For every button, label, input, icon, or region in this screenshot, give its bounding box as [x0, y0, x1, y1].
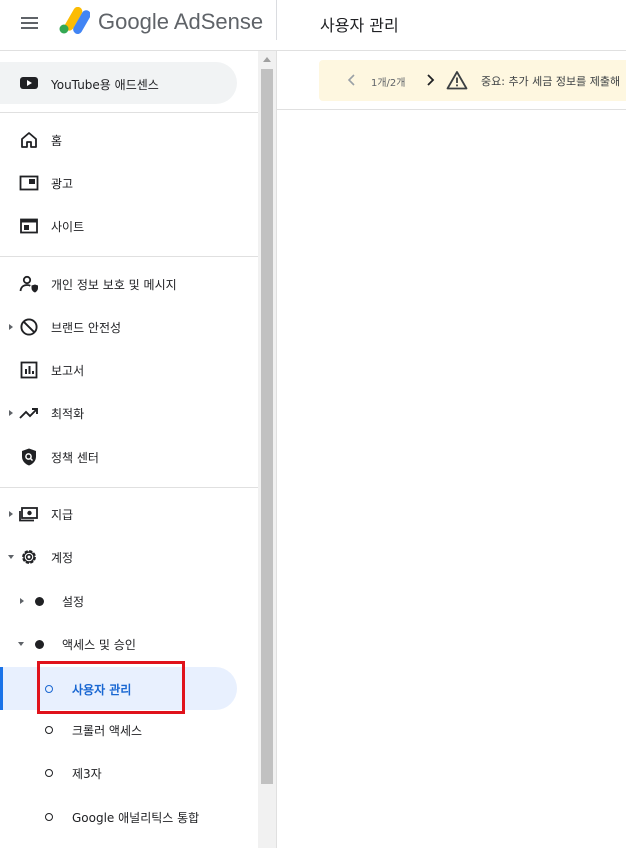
- collapse-caret-icon[interactable]: [8, 555, 14, 559]
- sidebar-item-label: 보고서: [51, 364, 85, 378]
- scroll-up-arrow-icon[interactable]: [263, 57, 271, 62]
- sidebar-item-payments[interactable]: 지급: [0, 494, 258, 534]
- scroll-thumb[interactable]: [261, 69, 273, 784]
- menu-icon[interactable]: [20, 13, 40, 33]
- expand-caret-icon[interactable]: [9, 511, 13, 517]
- warning-icon: [446, 71, 468, 90]
- sidebar-item-policy-center[interactable]: 정책 센터: [0, 437, 258, 477]
- sidebar-item-settings[interactable]: 설정: [0, 581, 258, 621]
- ad-unit-icon: [19, 175, 39, 191]
- policy-shield-icon: [22, 448, 36, 466]
- bullet-outline-icon: [45, 769, 53, 777]
- web-icon: [20, 218, 38, 234]
- sidebar-item-label: Google 애널리틱스 통합: [72, 811, 200, 825]
- youtube-icon: [20, 77, 38, 89]
- bullet-filled-icon: [35, 640, 44, 649]
- gear-icon: [22, 550, 36, 564]
- highlight-box: [37, 661, 185, 714]
- sidebar-item-sites[interactable]: 사이트: [0, 206, 258, 246]
- sidebar-divider: [0, 487, 258, 488]
- collapse-caret-icon[interactable]: [18, 642, 24, 646]
- sidebar-item-label: 액세스 및 승인: [62, 638, 136, 652]
- sidebar-item-account[interactable]: 계정: [0, 537, 258, 577]
- sidebar-item-label: 설정: [62, 595, 85, 609]
- privacy-icon: [19, 275, 38, 293]
- sidebar-item-privacy[interactable]: 개인 정보 보호 및 메시지: [0, 264, 258, 304]
- sidebar-item-label: 홈: [51, 134, 63, 148]
- header-divider: [276, 0, 277, 40]
- chevron-left-icon[interactable]: [347, 73, 357, 87]
- content-border: [276, 51, 277, 848]
- sidebar-item-label: 제3자: [72, 767, 102, 781]
- sidebar-divider: [0, 112, 258, 113]
- content-divider: [277, 109, 626, 110]
- sidebar-item-optimization[interactable]: 최적화: [0, 393, 258, 433]
- expand-caret-icon[interactable]: [9, 324, 13, 330]
- expand-caret-icon[interactable]: [20, 598, 24, 604]
- bullet-outline-icon: [45, 813, 53, 821]
- sidebar-divider: [0, 256, 258, 257]
- top-app-bar: Google AdSense 사용자 관리: [0, 0, 626, 46]
- adsense-logo-icon: [59, 7, 90, 34]
- sidebar-item-label: 크롤러 액세스: [72, 724, 143, 738]
- chevron-right-icon[interactable]: [425, 73, 435, 87]
- sidebar-item-reports[interactable]: 보고서: [0, 350, 258, 390]
- bullet-outline-icon: [45, 726, 53, 734]
- sidebar-item-access-authorization[interactable]: 액세스 및 승인: [0, 624, 258, 664]
- page-title: 사용자 관리: [320, 16, 399, 35]
- sidebar-item-third-party[interactable]: 제3자: [0, 753, 258, 793]
- payments-icon: [19, 507, 38, 522]
- sidebar-item-label: 정책 센터: [51, 451, 99, 465]
- sidebar-item-analytics[interactable]: Google 애널리틱스 통합: [0, 797, 258, 837]
- alert-counter: 1개/2개: [371, 78, 406, 89]
- sidebar-item-label: 광고: [51, 177, 74, 191]
- sidebar-item-label: 지급: [51, 508, 74, 522]
- alert-message: 중요: 추가 세금 정보를 제출해: [481, 75, 621, 88]
- bullet-filled-icon: [35, 597, 44, 606]
- sidebar-item-label: 사이트: [51, 220, 85, 234]
- block-icon: [20, 318, 38, 336]
- report-chart-icon: [20, 361, 38, 379]
- sidebar-item-label: 개인 정보 보호 및 메시지: [51, 278, 177, 292]
- trending-up-icon: [19, 408, 38, 419]
- sidebar-item-label: YouTube용 애드센스: [51, 78, 159, 92]
- alert-banner: 1개/2개 중요: 추가 세금 정보를 제출해: [319, 60, 626, 101]
- sidebar-item-youtube[interactable]: YouTube용 애드센스: [0, 62, 237, 104]
- sidebar-item-crawler-access[interactable]: 크롤러 액세스: [0, 710, 258, 750]
- brand-name: Google AdSense: [98, 9, 264, 34]
- sidebar-item-label: 최적화: [51, 407, 85, 421]
- sidebar-item-ads[interactable]: 광고: [0, 163, 258, 203]
- sidebar-item-brand-safety[interactable]: 브랜드 안전성: [0, 307, 258, 347]
- sidebar-item-label: 브랜드 안전성: [51, 321, 122, 335]
- sidebar-item-home[interactable]: 홈: [0, 120, 258, 160]
- sidebar: YouTube용 애드센스 홈 광고 사이트 개인 정보 보호 및 메시지 브랜…: [0, 51, 258, 848]
- expand-caret-icon[interactable]: [9, 410, 13, 416]
- home-icon: [21, 132, 37, 148]
- sidebar-scrollbar[interactable]: [258, 51, 276, 848]
- sidebar-item-label: 계정: [51, 551, 74, 565]
